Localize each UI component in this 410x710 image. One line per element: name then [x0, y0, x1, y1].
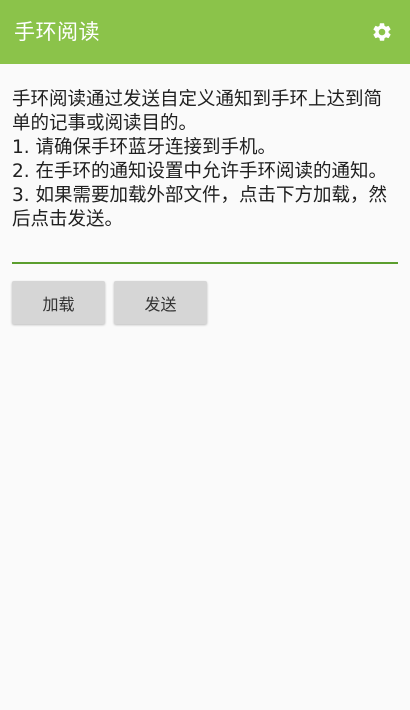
load-button[interactable]: 加载 — [12, 281, 105, 324]
send-button[interactable]: 发送 — [114, 281, 207, 324]
gear-icon — [373, 23, 391, 41]
settings-button[interactable] — [368, 18, 396, 46]
app-screen: 手环阅读 手环阅读通过发送自定义通知到手环上达到简单的记事或阅读目的。 1. 请… — [0, 0, 410, 710]
note-editor-container: 手环阅读通过发送自定义通知到手环上达到简单的记事或阅读目的。 1. 请确保手环蓝… — [12, 88, 398, 264]
action-buttons: 加载 发送 — [12, 281, 207, 324]
app-title: 手环阅读 — [14, 19, 100, 44]
app-toolbar: 手环阅读 — [0, 0, 410, 64]
note-text-field[interactable]: 手环阅读通过发送自定义通知到手环上达到简单的记事或阅读目的。 1. 请确保手环蓝… — [12, 88, 398, 264]
